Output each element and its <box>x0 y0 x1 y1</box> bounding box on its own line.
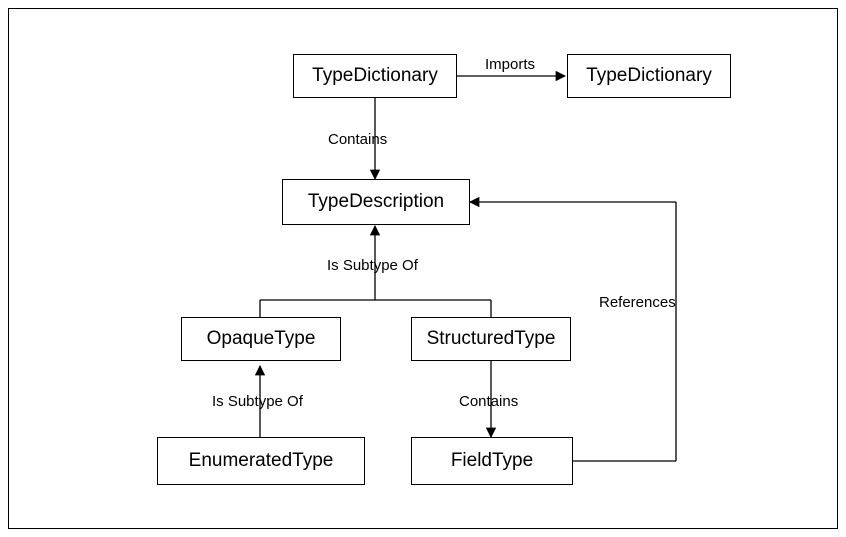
node-label: OpaqueType <box>207 328 316 350</box>
edge-label-contains-1: Contains <box>328 131 387 148</box>
edge-label-is-subtype-of-1: Is Subtype Of <box>327 257 418 274</box>
edge-label-contains-2: Contains <box>459 393 518 410</box>
node-type-dictionary-2: TypeDictionary <box>567 54 731 98</box>
edge-label-imports: Imports <box>485 56 535 73</box>
node-structured-type: StructuredType <box>411 317 571 361</box>
node-label: FieldType <box>451 450 533 472</box>
node-type-description: TypeDescription <box>282 179 470 225</box>
node-enumerated-type: EnumeratedType <box>157 437 365 485</box>
edge-label-references: References <box>599 294 676 311</box>
node-label: EnumeratedType <box>189 450 334 472</box>
diagram-frame: TypeDictionary TypeDictionary TypeDescri… <box>8 8 838 529</box>
node-label: TypeDescription <box>308 191 444 213</box>
edge-label-is-subtype-of-2: Is Subtype Of <box>212 393 303 410</box>
node-label: StructuredType <box>427 328 556 350</box>
node-label: TypeDictionary <box>312 65 438 87</box>
node-field-type: FieldType <box>411 437 573 485</box>
node-opaque-type: OpaqueType <box>181 317 341 361</box>
node-label: TypeDictionary <box>586 65 712 87</box>
node-type-dictionary-1: TypeDictionary <box>293 54 457 98</box>
